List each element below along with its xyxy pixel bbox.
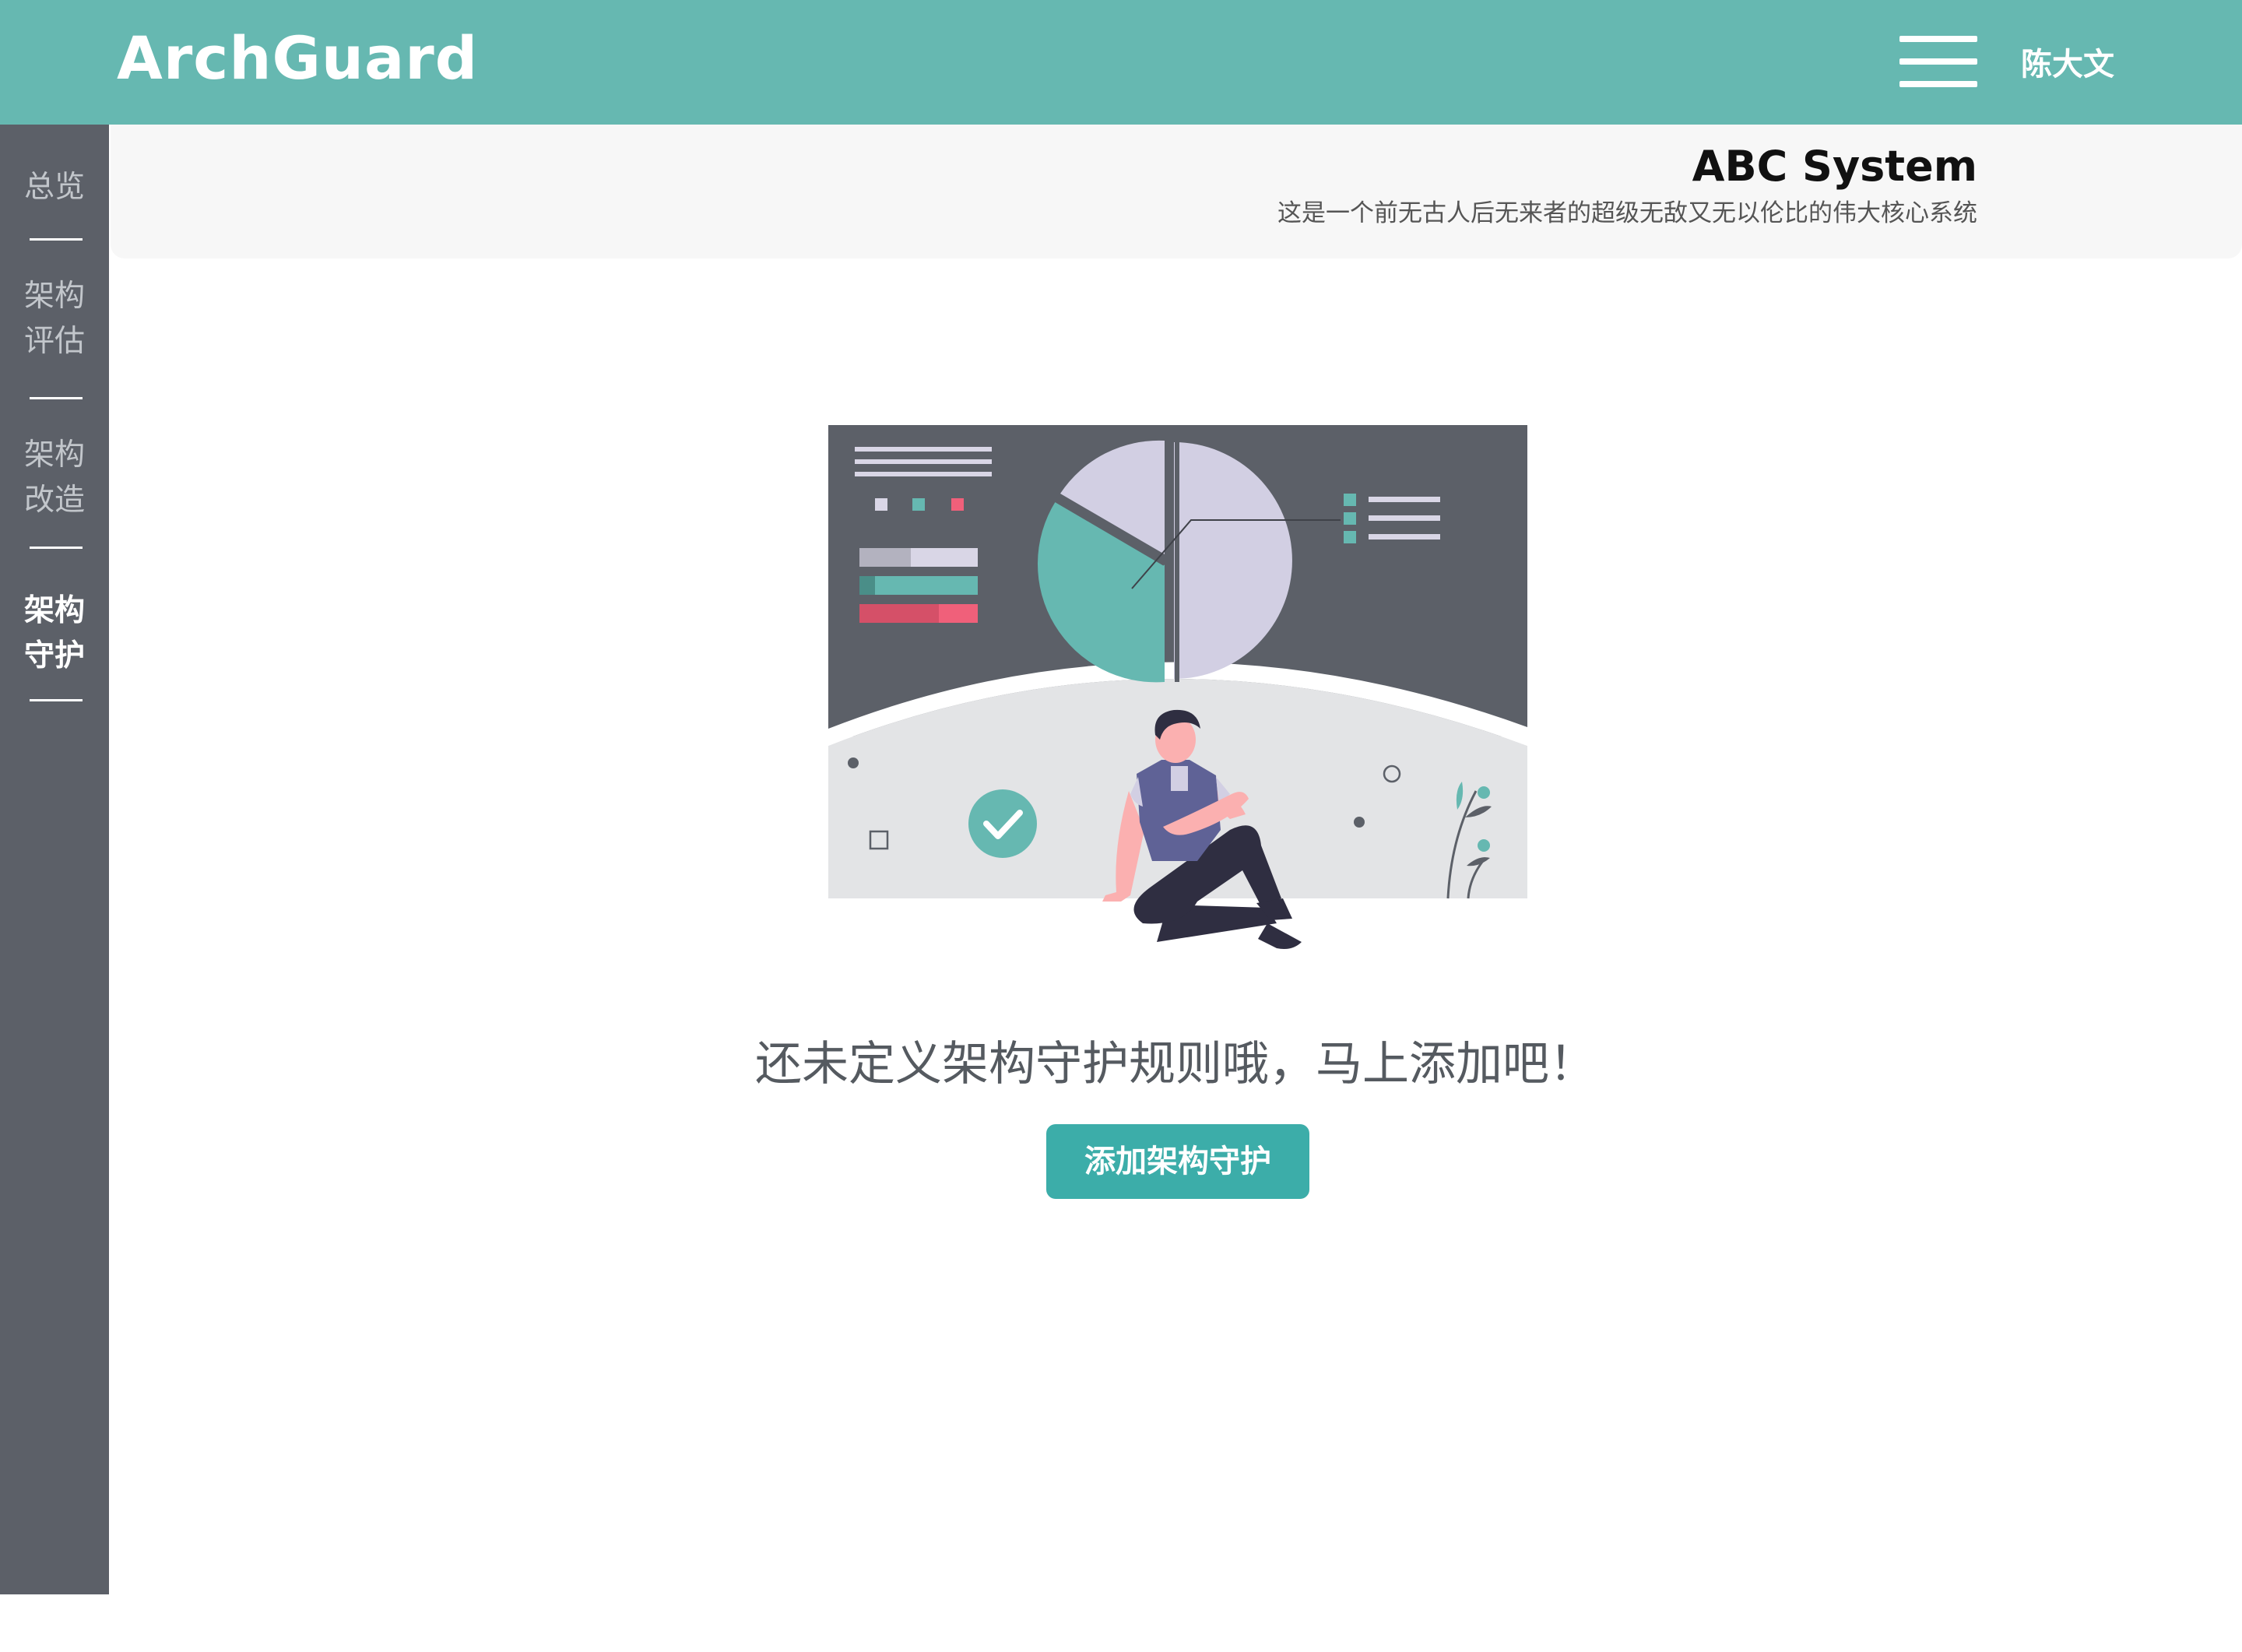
menu-bar xyxy=(1899,81,1977,87)
sidebar-item-label: 架构改造 xyxy=(23,438,85,518)
sidebar-item-label: 总览 xyxy=(23,170,85,205)
sidebar: 总览 架构评估 架构改造 架构守护 xyxy=(0,125,109,1649)
sidebar-item-label: 架构评估 xyxy=(23,279,85,359)
sidebar-divider xyxy=(30,238,83,241)
add-arch-guard-button[interactable]: 添加架构守护 xyxy=(1046,1124,1309,1199)
menu-bar xyxy=(1899,36,1977,42)
system-title: ABC System xyxy=(1692,142,1977,191)
sidebar-divider xyxy=(30,397,83,399)
empty-state-illustration xyxy=(828,425,1527,949)
sidebar-item-label: 架构守护 xyxy=(23,593,85,673)
system-header: ABC System 这是一个前无古人后无来者的超级无敌又无以伦比的伟大核心系统 xyxy=(111,125,2242,258)
user-name[interactable]: 陈大文 xyxy=(2021,39,2114,84)
check-circle-icon xyxy=(968,789,1037,858)
app-logo[interactable]: ArchGuard xyxy=(117,23,478,93)
menu-bar xyxy=(1899,58,1977,65)
sidebar-item-arch-refactor[interactable]: 架构改造 xyxy=(0,433,109,523)
gear-icon[interactable] xyxy=(30,1604,78,1652)
top-header: ArchGuard 陈大文 xyxy=(0,0,2242,125)
system-description: 这是一个前无古人后无来者的超级无敌又无以伦比的伟大核心系统 xyxy=(1277,199,1977,227)
sidebar-item-overview[interactable]: 总览 xyxy=(0,165,109,210)
empty-state-message: 还未定义架构守护规则哦，马上添加吧！ xyxy=(755,1037,1596,1091)
sidebar-divider xyxy=(30,699,83,701)
sidebar-item-arch-evaluation[interactable]: 架构评估 xyxy=(0,274,109,364)
sidebar-item-arch-guard[interactable]: 架构守护 xyxy=(0,589,109,679)
hamburger-menu-icon[interactable] xyxy=(1899,36,1977,87)
sidebar-divider xyxy=(30,547,83,549)
